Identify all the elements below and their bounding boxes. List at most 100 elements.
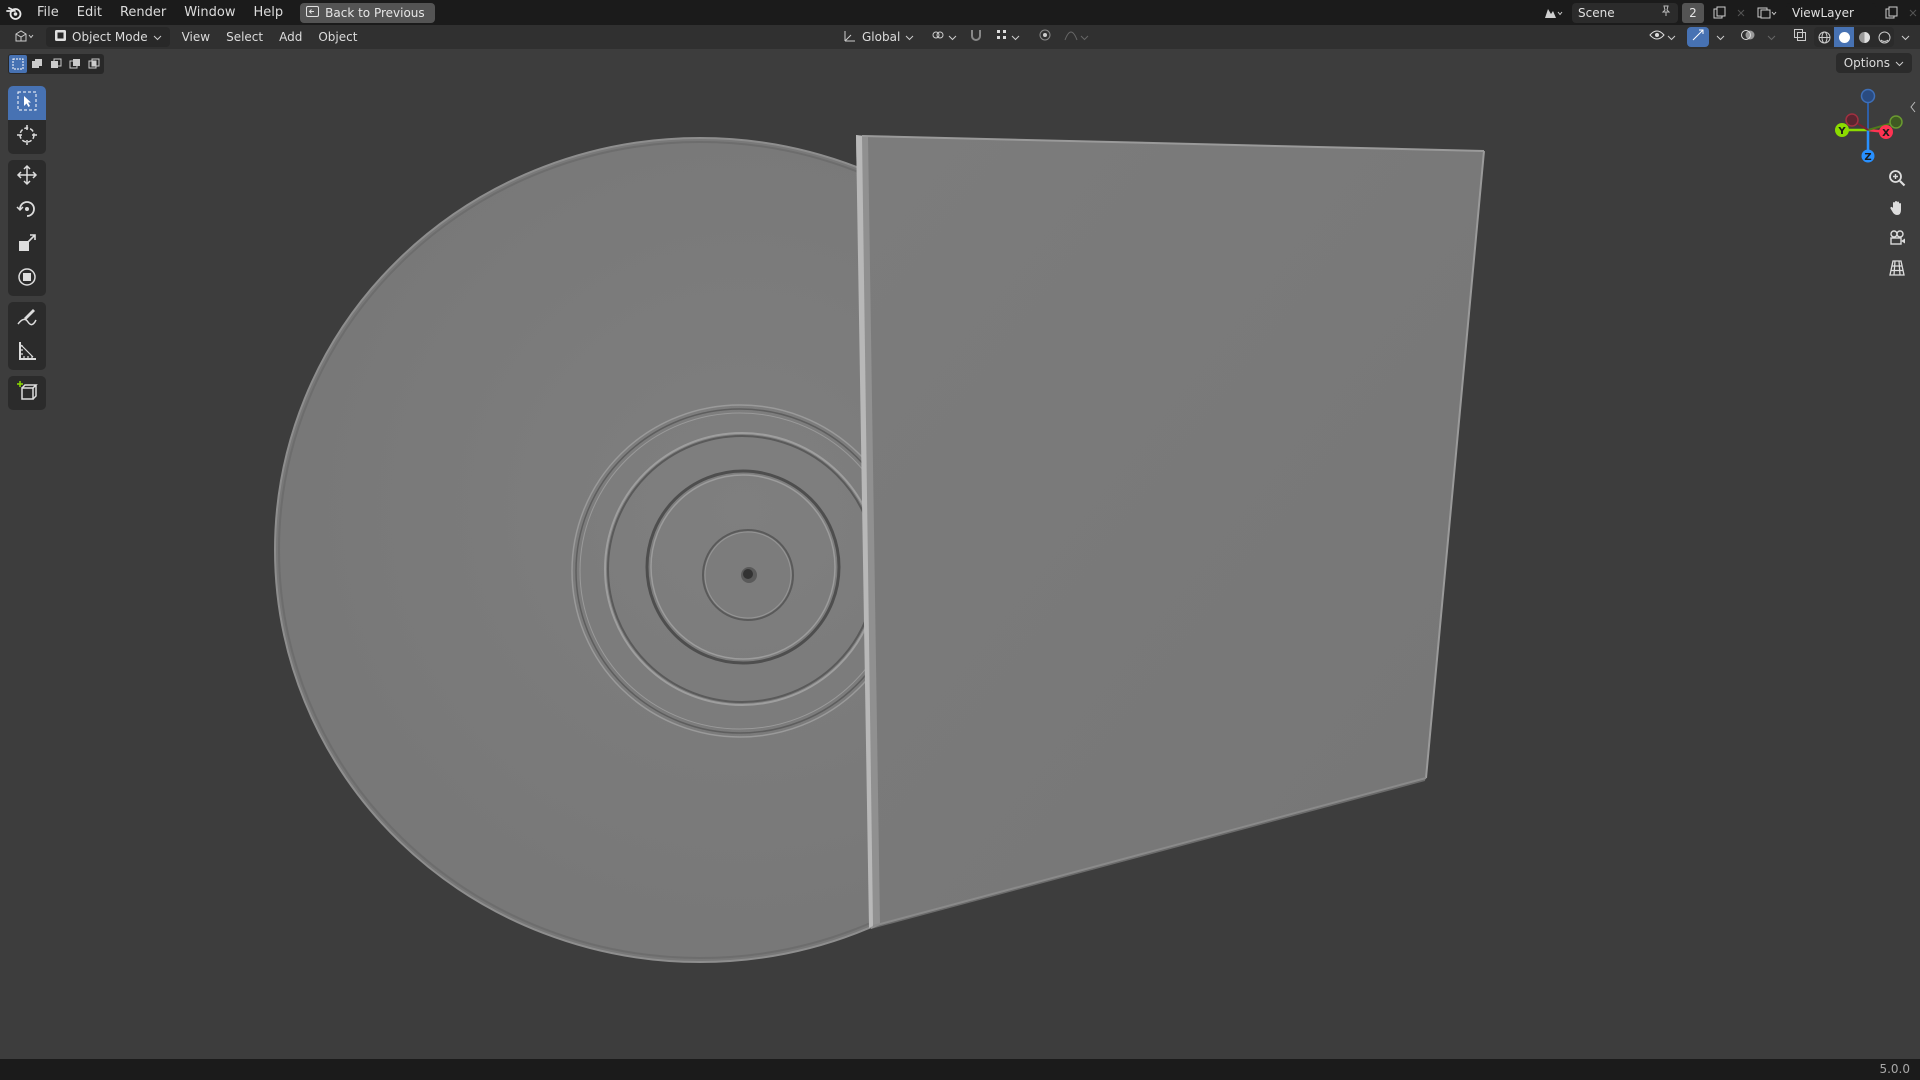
toggle-perspective-button[interactable]	[1882, 256, 1912, 284]
material-shading-button[interactable]	[1854, 27, 1874, 47]
pivot-point-icon	[930, 28, 946, 46]
select-extend-icon[interactable]	[28, 55, 46, 73]
overlays-dropdown[interactable]	[1763, 27, 1780, 47]
sidebar-toggle-icon[interactable]	[1908, 100, 1918, 114]
scene-selector-icon[interactable]	[1538, 3, 1568, 23]
move-tool[interactable]	[8, 160, 46, 194]
pan-view-button[interactable]	[1882, 196, 1912, 224]
gizmo-toggle[interactable]	[1687, 27, 1709, 47]
menu-help[interactable]: Help	[245, 0, 293, 25]
select-new-icon[interactable]	[9, 55, 27, 73]
chevron-down-icon	[1667, 30, 1676, 45]
proportional-editing-icon	[1038, 28, 1052, 46]
visibility-selector[interactable]	[1645, 27, 1680, 47]
scene-render	[274, 135, 1485, 963]
measure-tool[interactable]	[8, 336, 46, 370]
menu-render[interactable]: Render	[111, 0, 175, 25]
zoom-view-button[interactable]	[1882, 166, 1912, 194]
solid-shading-button[interactable]	[1834, 27, 1854, 47]
tool-shelf	[8, 86, 46, 410]
menu-edit[interactable]: Edit	[68, 0, 111, 25]
back-to-previous-label: Back to Previous	[325, 5, 425, 20]
select-intersect-icon[interactable]	[85, 55, 103, 73]
annotate-icon	[16, 306, 38, 332]
overlays-icon	[1740, 28, 1756, 46]
chevron-down-icon	[1767, 30, 1776, 45]
options-dropdown[interactable]: Options	[1835, 53, 1912, 73]
proportional-falloff-selector[interactable]	[1060, 27, 1093, 47]
mode-selector[interactable]: Object Mode	[46, 27, 170, 47]
shading-dropdown[interactable]	[1897, 27, 1914, 47]
top-right-area: Scene 2 ViewLayer	[1538, 0, 1920, 25]
zoom-icon	[1888, 169, 1906, 191]
3d-viewport-icon	[14, 29, 36, 46]
scene-user-count[interactable]: 2	[1682, 2, 1704, 23]
shading-modes	[1814, 27, 1894, 47]
perspective-grid-icon	[1888, 259, 1906, 281]
view-layer-field[interactable]: ViewLayer	[1786, 2, 1876, 23]
chevron-down-icon	[1901, 30, 1910, 45]
view-layer-name: ViewLayer	[1792, 5, 1854, 20]
rotate-icon	[16, 198, 38, 224]
transform-orientation-selector[interactable]: Global	[835, 27, 922, 47]
proportional-editing-toggle[interactable]	[1034, 27, 1056, 47]
chevron-down-icon	[948, 30, 957, 45]
camera-view-button[interactable]	[1882, 226, 1912, 254]
chevron-down-icon	[1080, 30, 1089, 45]
back-screen-icon	[306, 5, 320, 20]
menu-window[interactable]: Window	[175, 0, 244, 25]
album-sleeve-mesh[interactable]	[856, 135, 1485, 929]
menu-view[interactable]: View	[174, 27, 218, 47]
rotate-tool[interactable]	[8, 194, 46, 228]
select-subtract-icon[interactable]	[47, 55, 65, 73]
select-invert-icon[interactable]	[66, 55, 84, 73]
xray-icon	[1793, 28, 1807, 46]
scene-name-field[interactable]: Scene	[1572, 2, 1678, 23]
menu-select[interactable]: Select	[218, 27, 271, 47]
new-view-layer-icon[interactable]	[1880, 3, 1902, 23]
transform-tool[interactable]	[8, 262, 46, 296]
annotate-tool[interactable]	[8, 302, 46, 336]
snap-toggle[interactable]	[965, 27, 987, 47]
back-to-previous-button[interactable]: Back to Previous	[300, 2, 435, 23]
snap-target-selector[interactable]	[991, 27, 1024, 47]
snap-increment-icon	[995, 28, 1009, 46]
pivot-point-selector[interactable]	[926, 27, 961, 47]
gizmo-options-dropdown[interactable]	[1712, 27, 1729, 47]
scale-tool[interactable]	[8, 228, 46, 262]
blender-window: File Edit Render Window Help Back to Pre…	[0, 0, 1920, 1080]
version-label: 5.0.0	[1879, 1062, 1910, 1076]
rendered-shading-button[interactable]	[1874, 27, 1894, 47]
viewport-header: Object Mode View Select Add Object Globa…	[0, 25, 1920, 49]
menu-object[interactable]: Object	[310, 27, 365, 47]
delete-view-layer-icon[interactable]	[1906, 3, 1920, 23]
3d-viewport[interactable]	[0, 49, 1920, 1059]
cursor-tool[interactable]	[8, 120, 46, 154]
view-layer-selector-icon[interactable]	[1752, 3, 1782, 23]
chevron-down-icon	[1895, 56, 1904, 70]
add-cube-tool[interactable]	[8, 376, 46, 410]
chevron-down-icon	[905, 30, 914, 44]
blender-logo-icon[interactable]	[0, 0, 28, 25]
magnet-icon	[969, 28, 983, 46]
selection-mode-row	[8, 54, 104, 74]
overlays-toggle[interactable]	[1736, 27, 1760, 47]
wireframe-shading-button[interactable]	[1814, 27, 1834, 47]
options-label: Options	[1843, 56, 1890, 70]
select-box-tool[interactable]	[8, 86, 46, 120]
select-box-icon	[16, 90, 38, 116]
new-scene-icon[interactable]	[1708, 3, 1730, 23]
status-bar: 5.0.0	[0, 1059, 1920, 1080]
eye-icon	[1649, 29, 1665, 45]
menu-add[interactable]: Add	[271, 27, 310, 47]
hand-icon	[1888, 199, 1906, 221]
menu-file[interactable]: File	[28, 0, 68, 25]
navigation-gizmo[interactable]: X Y Z	[1822, 84, 1914, 176]
gizmo-y-label: Y	[1837, 126, 1846, 137]
delete-scene-icon[interactable]	[1734, 3, 1748, 23]
xray-toggle[interactable]	[1789, 27, 1811, 47]
pin-icon[interactable]	[1660, 5, 1672, 20]
editor-type-selector[interactable]	[0, 27, 42, 47]
scene-name: Scene	[1578, 5, 1615, 20]
transform-orientation-label: Global	[862, 30, 901, 44]
